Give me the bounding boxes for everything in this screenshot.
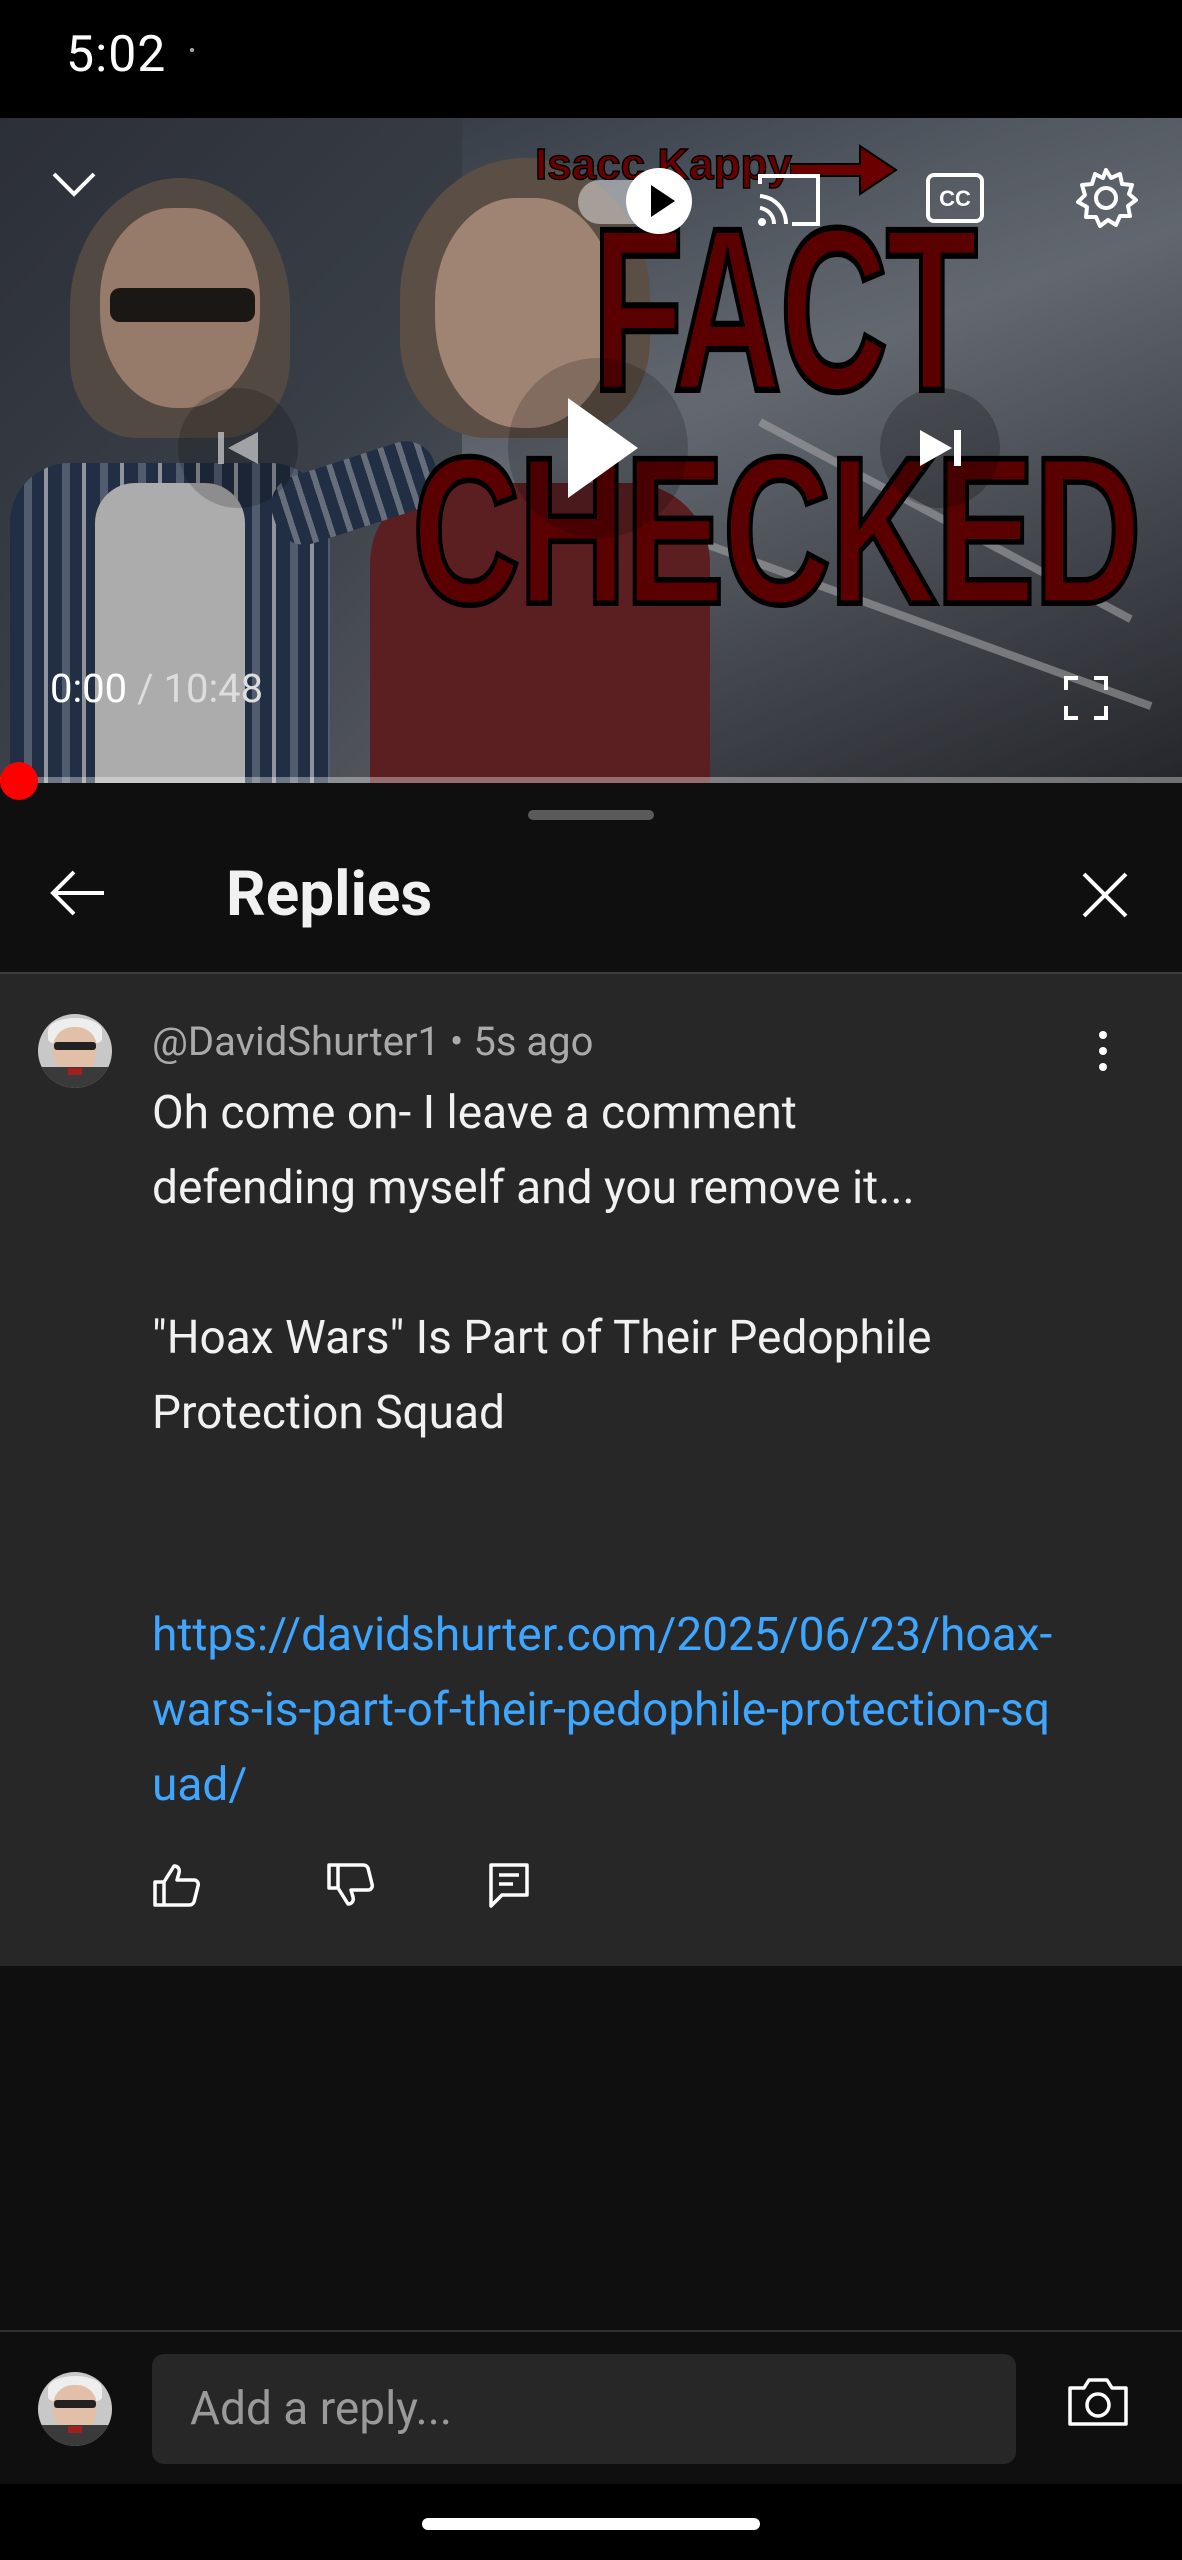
comment-link[interactable]: https://davidshurter.com/2025/06/23/hoax… — [152, 1598, 1072, 1823]
status-time: 5:02 — [66, 26, 167, 84]
comment-age: 5s ago — [473, 1018, 594, 1065]
close-icon[interactable] — [1080, 870, 1130, 920]
home-indicator[interactable] — [422, 2518, 760, 2530]
gear-icon[interactable] — [1074, 166, 1138, 230]
comment-author[interactable]: @DavidShurter1 — [152, 1018, 440, 1065]
autoplay-toggle[interactable] — [626, 168, 692, 234]
play-button[interactable] — [508, 358, 688, 538]
svg-text:CC: CC — [939, 186, 971, 211]
comment-link-text[interactable]: https://davidshurter.com/2025/06/23/hoax… — [152, 1608, 1052, 1812]
previous-button[interactable] — [178, 388, 298, 508]
status-bar: 5:02 — [0, 0, 1182, 118]
more-options-icon[interactable] — [1096, 1030, 1110, 1072]
status-dot — [190, 48, 194, 52]
time-readout: 0:00 / 10:48 — [50, 665, 263, 712]
progress-scrubber[interactable] — [0, 762, 38, 800]
time-current: 0:00 — [50, 665, 128, 712]
chevron-down-icon[interactable] — [50, 168, 98, 200]
cast-icon[interactable] — [756, 170, 822, 230]
drag-handle[interactable] — [528, 810, 654, 820]
back-arrow-icon[interactable] — [48, 868, 106, 918]
comment-body: Oh come on- I leave a comment defending … — [152, 1086, 932, 1440]
replies-header — [0, 832, 1182, 972]
time-separator: / — [137, 665, 154, 712]
closed-captions-icon[interactable]: CC — [925, 172, 985, 224]
dislike-icon[interactable] — [326, 1862, 374, 1908]
previous-icon — [218, 432, 258, 464]
next-button[interactable] — [880, 388, 1000, 508]
avatar — [38, 2372, 112, 2446]
reply-input[interactable] — [152, 2354, 1016, 2464]
like-icon[interactable] — [152, 1862, 200, 1908]
camera-icon[interactable] — [1066, 2376, 1130, 2428]
meta-dot: • — [449, 1018, 464, 1065]
play-icon — [568, 398, 638, 498]
replies-title: Replies — [226, 858, 433, 931]
time-total: 10:48 — [163, 665, 264, 712]
comment-meta: @DavidShurter1 • 5s ago — [152, 1018, 593, 1065]
autoplay-play-icon — [651, 185, 675, 217]
avatar[interactable] — [38, 1014, 112, 1088]
reply-icon[interactable] — [488, 1862, 530, 1908]
footer-divider — [0, 2330, 1182, 2332]
fullscreen-icon[interactable] — [1064, 676, 1108, 720]
next-icon — [920, 430, 961, 466]
progress-bar[interactable] — [0, 777, 1182, 783]
